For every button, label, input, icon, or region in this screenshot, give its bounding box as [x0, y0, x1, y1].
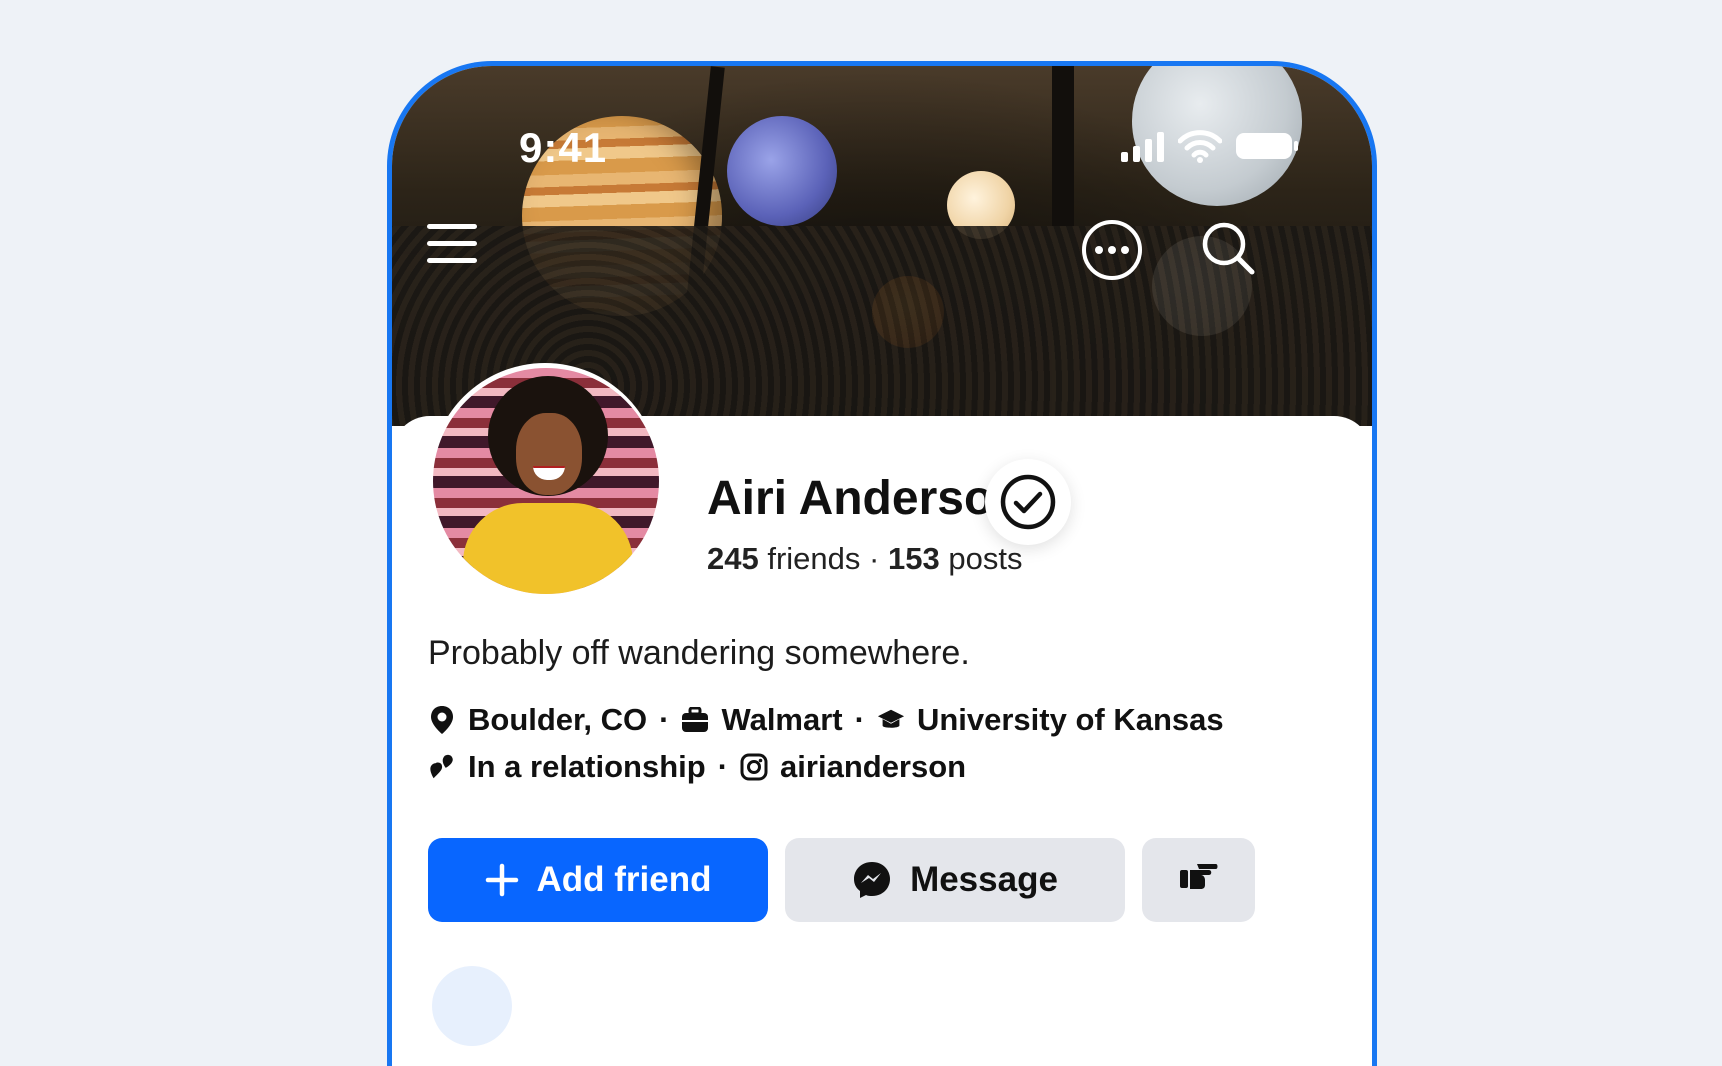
briefcase-icon [681, 706, 709, 734]
search-icon[interactable] [1200, 220, 1256, 276]
plus-icon [485, 863, 519, 897]
work-text[interactable]: Walmart [721, 702, 842, 738]
poke-button[interactable] [1142, 838, 1255, 922]
profile-name: Airi Anderson [707, 472, 1023, 525]
messenger-icon [852, 860, 892, 900]
message-button[interactable]: Message [785, 838, 1125, 922]
details-line-2: In a relationship · airianderson [428, 749, 966, 785]
location-pin-icon [428, 706, 456, 734]
verified-check-icon [985, 459, 1071, 545]
status-icons [1121, 129, 1298, 163]
more-icon[interactable] [1082, 220, 1142, 280]
friends-label[interactable]: friends [767, 541, 860, 576]
avatar[interactable] [433, 368, 659, 594]
location-text: Boulder, CO [468, 702, 648, 737]
details-line-1: Boulder, CO · Walmart · University of Ka… [428, 702, 1224, 738]
blue-planet-lantern [727, 116, 837, 226]
education-text[interactable]: University of Kansas [917, 702, 1224, 738]
relationship-text: In a relationship [468, 749, 706, 784]
phone-frame: 9:41 Airi Anderson 245 friends · 153 pos… [387, 61, 1377, 1066]
battery-icon [1236, 133, 1298, 159]
profile-counts: 245 friends · 153 posts [707, 541, 1022, 577]
graduation-cap-icon [877, 706, 905, 734]
cellular-signal-icon [1121, 130, 1164, 162]
bio: Probably off wandering somewhere. [428, 634, 970, 672]
section-icon-peek [432, 966, 512, 1046]
counts-separator: · [869, 541, 880, 576]
hearts-icon [428, 753, 456, 781]
instagram-handle[interactable]: airianderson [780, 749, 966, 785]
friends-count: 245 [707, 541, 759, 576]
wifi-icon [1178, 130, 1222, 163]
status-time: 9:41 [519, 124, 608, 171]
instagram-icon [740, 753, 768, 781]
add-friend-label: Add friend [536, 860, 712, 899]
poke-hand-icon [1179, 860, 1219, 900]
menu-icon[interactable] [427, 224, 477, 270]
add-friend-button[interactable]: Add friend [428, 838, 768, 922]
message-label: Message [910, 860, 1058, 899]
posts-count: 153 [887, 541, 940, 576]
posts-label: posts [948, 541, 1023, 576]
